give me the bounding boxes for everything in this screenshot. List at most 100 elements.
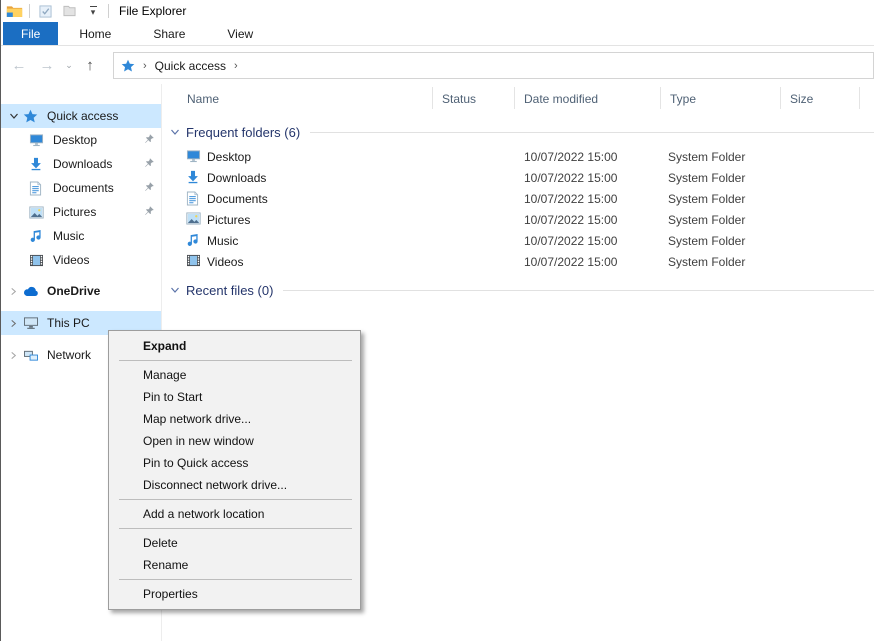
file-row-pictures[interactable]: Pictures 10/07/2022 15:00 System Folder [162,210,874,231]
qat-separator [108,4,109,18]
file-date-modified: 10/07/2022 15:00 [524,150,617,164]
file-row-music[interactable]: Music 10/07/2022 15:00 System Folder [162,231,874,252]
pictures-icon [29,206,47,219]
menu-item-rename[interactable]: Rename [109,554,360,576]
pin-icon [143,157,155,172]
file-name: Music [207,234,238,248]
sidebar-item-label: This PC [47,316,90,330]
tab-file[interactable]: File [3,22,58,45]
column-headers: Name Status Date modified Type Size [162,84,874,114]
file-name: Videos [207,255,243,269]
group-title: Recent files (0) [186,283,273,298]
file-type: System Folder [668,192,745,206]
sidebar-item-label: Pictures [53,205,96,219]
sidebar-item-pictures[interactable]: Pictures [1,200,161,224]
menu-item-map-network-drive[interactable]: Map network drive... [109,408,360,430]
file-name: Documents [207,192,268,206]
breadcrumb[interactable]: › Quick access › [113,52,874,79]
column-divider[interactable] [780,87,781,109]
file-row-videos[interactable]: Videos 10/07/2022 15:00 System Folder [162,252,874,273]
quick-access-star-icon [121,59,135,73]
pictures-icon [186,212,201,228]
qat-separator [29,4,30,18]
ribbon-tab-bar: File Home Share View [1,22,874,46]
sidebar-item-label: Documents [53,181,114,195]
group-title: Frequent folders (6) [186,125,300,140]
new-folder-qat-button[interactable] [60,3,78,19]
navigation-buttons: ← → ⌄ ↑ [7,46,101,84]
desktop-icon [29,133,47,147]
customize-quick-access-toolbar-button[interactable]: ▾ [84,3,102,19]
column-divider[interactable] [859,87,860,109]
crumb-chevron-icon: › [141,60,149,72]
file-date-modified: 10/07/2022 15:00 [524,255,617,269]
documents-icon [186,191,199,209]
properties-qat-button[interactable] [36,3,54,19]
menu-item-delete[interactable]: Delete [109,532,360,554]
menu-item-open-in-new-window[interactable]: Open in new window [109,430,360,452]
sidebar-item-videos[interactable]: Videos [1,248,161,272]
sidebar-item-downloads[interactable]: Downloads [1,152,161,176]
file-row-desktop[interactable]: Desktop 10/07/2022 15:00 System Folder [162,147,874,168]
downloads-icon [186,170,200,187]
music-icon [29,229,47,243]
sidebar-item-documents[interactable]: Documents [1,176,161,200]
chevron-right-icon[interactable] [9,287,21,296]
breadcrumb-segment[interactable]: Quick access [155,59,226,73]
up-button[interactable]: ↑ [79,57,101,74]
menu-item-expand[interactable]: Expand [109,335,360,357]
tab-home[interactable]: Home [58,22,132,45]
sidebar-item-onedrive[interactable]: OneDrive [1,279,161,303]
file-row-documents[interactable]: Documents 10/07/2022 15:00 System Folder [162,189,874,210]
menu-item-properties[interactable]: Properties [109,583,360,605]
file-name: Downloads [207,171,266,185]
tab-share[interactable]: Share [132,22,206,45]
column-header-type[interactable]: Type [670,92,696,106]
file-date-modified: 10/07/2022 15:00 [524,192,617,206]
file-row-downloads[interactable]: Downloads 10/07/2022 15:00 System Folder [162,168,874,189]
column-divider[interactable] [514,87,515,109]
menu-item-pin-to-quick-access[interactable]: Pin to Quick access [109,452,360,474]
menu-separator [119,499,352,500]
network-icon [23,349,41,362]
menu-item-manage[interactable]: Manage [109,364,360,386]
music-icon [186,233,199,250]
desktop-icon [186,149,201,166]
chevron-down-icon[interactable] [170,285,180,295]
sidebar-item-music[interactable]: Music [1,224,161,248]
column-header-status[interactable]: Status [442,92,476,106]
chevron-down-icon[interactable] [9,111,21,121]
file-name: Pictures [207,213,250,227]
forward-button[interactable]: → [35,57,59,74]
sidebar-item-desktop[interactable]: Desktop [1,128,161,152]
column-divider[interactable] [660,87,661,109]
back-button[interactable]: ← [7,57,31,74]
crumb-chevron-icon[interactable]: › [232,60,240,72]
column-divider[interactable] [432,87,433,109]
quick-access-star-icon [23,109,41,124]
caret-down-icon: ▾ [91,8,96,17]
chevron-right-icon[interactable] [9,319,21,328]
menu-item-disconnect-network-drive[interactable]: Disconnect network drive... [109,474,360,496]
this-pc-context-menu: Expand Manage Pin to Start Map network d… [108,330,361,610]
menu-item-add-a-network-location[interactable]: Add a network location [109,503,360,525]
file-type: System Folder [668,234,745,248]
menu-item-pin-to-start[interactable]: Pin to Start [109,386,360,408]
group-header-frequent-folders[interactable]: Frequent folders (6) [162,122,874,142]
sidebar-item-label: Videos [53,253,89,267]
recent-locations-dropdown[interactable]: ⌄ [63,60,75,71]
column-header-size[interactable]: Size [790,92,813,106]
sidebar-item-label: Desktop [53,133,97,147]
column-header-date-modified[interactable]: Date modified [524,92,598,106]
column-header-name[interactable]: Name [187,92,219,106]
videos-icon [29,254,47,267]
pin-icon [143,205,155,220]
chevron-right-icon[interactable] [9,351,21,360]
documents-icon [29,181,47,196]
tab-view[interactable]: View [206,22,274,45]
sidebar-item-quick-access[interactable]: Quick access [1,104,161,128]
group-header-recent-files[interactable]: Recent files (0) [162,280,874,300]
onedrive-cloud-icon [23,286,41,297]
file-type: System Folder [668,213,745,227]
chevron-down-icon[interactable] [170,127,180,137]
